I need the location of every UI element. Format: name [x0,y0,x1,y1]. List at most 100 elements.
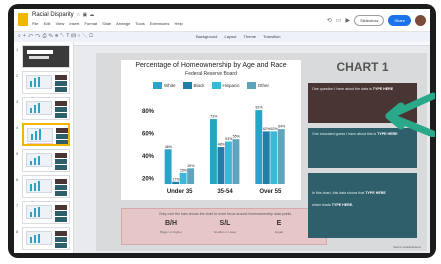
slide-thumbnail[interactable]: 2 [16,71,72,94]
document-title[interactable]: Racial Disparity [32,12,74,18]
question-prompt: One question I have about the data is [312,87,372,91]
menu-tools[interactable]: Tools [135,21,144,26]
app-screen: Racial Disparity ☆▣☁ File Edit View Inse… [14,9,430,253]
ratio-label: B/H [164,220,178,227]
legend-swatch-other [246,82,256,89]
slide-thumbnail[interactable]: 3 [16,97,72,120]
legend-item: White [153,82,176,89]
y-tick-label: 60% [142,132,155,138]
y-tick-label: 20% [142,176,155,182]
slides-logo-icon[interactable] [18,13,28,26]
bar [187,168,195,184]
theme-button[interactable]: Theme [244,34,256,39]
bar [179,172,187,184]
data-label: 64% [278,125,286,129]
ratio-sublabel: Bigger or Higher [160,230,182,234]
question-input[interactable]: TYPE HERE [373,87,393,91]
slide-filmstrip: 1 2 3 4 5 6 7 8 [14,42,74,253]
slide-thumbnail[interactable]: 7 [16,201,72,224]
legend-item: Black [182,82,205,89]
meet-icon[interactable]: ▶ [345,17,350,24]
ratio-instructions: Grey over the bars shows the chart to mo… [158,212,292,216]
slide-canvas: Percentage of Homeownership by Age and R… [74,42,430,253]
legend-swatch-white [153,82,162,89]
bar [277,129,285,184]
undo-icon[interactable]: ↶ [28,33,35,39]
slide-heading: CHART 1 [336,60,389,74]
cloud-icon[interactable]: ☁ [89,12,96,18]
data-label: 55% [233,135,241,139]
guess-prompt: One educated guess I have about this is [312,132,377,136]
comment-icon[interactable]: ▭ [336,17,342,24]
title-action-icons: ☆▣☁ [76,12,96,18]
bar-chart: 80%60%40%20%46%17%25%29%Under 3573%48%53… [142,106,286,195]
ratio-sublabel: Equal [275,230,283,234]
x-category-label: 35-54 [217,189,233,195]
conclusion-prompt: In this chart, this data shows that [312,191,365,195]
bar [262,131,270,184]
ratio-sublabel: Smaller or Lower [213,230,237,234]
menu-bar: File Edit View Insert Format Slide Arran… [32,21,187,26]
current-slide[interactable]: Percentage of Homeownership by Age and R… [96,53,427,251]
transition-button[interactable]: Transition [263,34,280,39]
toolbar-icons: ⌕+↶↷⎙✎⊕↖T▨○╲▢ [18,33,95,39]
menu-help[interactable]: Help [175,21,183,26]
bar [210,119,217,184]
data-label: 29% [187,164,195,168]
share-button[interactable]: Share [388,14,411,26]
chart-panel[interactable]: Percentage of Homeownership by Age and R… [121,60,301,200]
legend-item: Other [246,82,269,89]
data-label: 46% [165,145,173,149]
menu-arrange[interactable]: Arrange [116,21,130,26]
pointer-arrow-icon [385,92,435,137]
conclusion-input[interactable]: TYPE HERE [365,191,385,195]
layout-button[interactable]: Layout [224,34,236,39]
menu-slide[interactable]: Slide [102,21,111,26]
menu-file[interactable]: File [32,21,38,26]
slide-thumbnail[interactable]: 1 [16,45,72,68]
legend-swatch-black [182,82,192,89]
y-tick-label: 80% [142,109,155,115]
bar [232,139,240,184]
chart-subtitle: Federal Reserve Board [185,71,237,77]
history-icon[interactable]: ⟲ [327,17,332,24]
background-button[interactable]: Background [196,34,217,39]
data-label: 73% [210,115,218,119]
conclusion-input-2[interactable]: TYPE HERE. [332,203,353,207]
bar [172,181,180,184]
menu-edit[interactable]: Edit [44,21,51,26]
ratio-panel[interactable]: Grey over the bars shows the chart to mo… [121,208,327,245]
toolbar-buttons: Background Layout Theme Transition [196,34,286,39]
source-note: Source: Federal Reserve [393,246,421,249]
data-label: 25% [180,168,188,172]
slide-thumbnail[interactable]: 6 [16,175,72,198]
slide-thumbnail[interactable]: 4 [16,123,72,146]
menu-format[interactable]: Format [84,21,97,26]
menu-view[interactable]: View [56,21,65,26]
top-right-controls: ⟲ ▭ ▶ Slideshow Share [327,13,426,27]
slideshow-button[interactable]: Slideshow [354,14,385,26]
menu-insert[interactable]: Insert [69,21,79,26]
chart-title: Percentage of Homeownership by Age and R… [135,62,287,69]
title-bar: Racial Disparity ☆▣☁ File Edit View Inse… [14,9,430,31]
bar [255,110,263,184]
ratio-label: E [276,220,282,227]
chart-legend: White Black Hispanic Other [153,82,269,89]
bar [217,147,225,184]
bar [225,141,232,184]
avatar[interactable] [415,14,426,26]
legend-item: Hispanic [211,82,240,89]
menu-extensions[interactable]: Extensions [150,21,170,26]
bar [164,149,172,184]
comment-add-icon[interactable]: ▢ [89,33,95,39]
slide-thumbnail[interactable]: 8 [16,227,72,250]
x-category-label: Over 55 [259,189,282,195]
bar [270,131,278,184]
toolbar: ⌕+↶↷⎙✎⊕↖T▨○╲▢ Background Layout Theme Tr… [14,31,430,41]
conclusion-panel[interactable]: In this chart, this data shows that TYPE… [308,173,417,238]
slide-thumbnail[interactable]: 5 [16,149,72,172]
ratio-label: S/L [219,220,231,227]
legend-swatch-hispanic [211,82,221,89]
ruler [74,42,430,46]
data-label: 48% [218,143,226,147]
